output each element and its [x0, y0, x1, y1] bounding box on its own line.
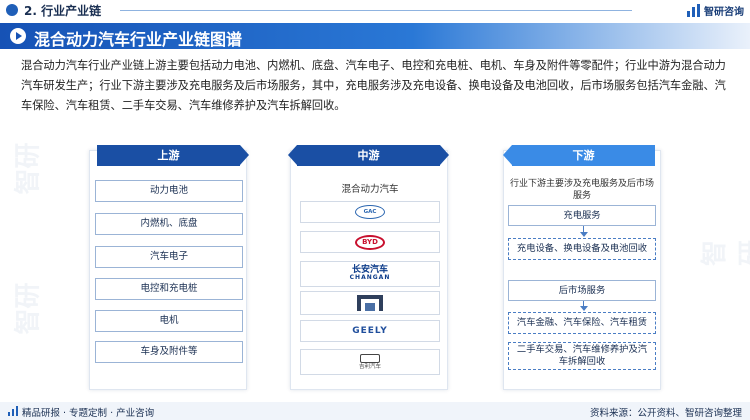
changan-chery-logo: [300, 291, 440, 315]
brand-logo: 智研咨询: [687, 3, 744, 18]
geely-emblem-icon: [359, 353, 380, 363]
changan-logo-sub: CHANGAN: [349, 274, 391, 281]
geely-auto-logo: 吉利汽车: [300, 349, 440, 375]
aftermarket-detail-box: 二手车交易、汽车维修养护及汽车拆解回收: [508, 342, 656, 370]
upstream-item: 汽车电子: [95, 246, 243, 268]
arrow-down-icon: [580, 232, 588, 237]
footer-services: 精品研报 · 专题定制 · 产业咨询: [22, 408, 155, 419]
arrow-down-icon: [580, 306, 588, 311]
downstream-label: 行业下游主要涉及充电服务及后市场服务: [509, 179, 654, 201]
page-title: 混合动力汽车行业产业链图谱: [34, 30, 243, 49]
watermark: 智研: [700, 239, 750, 266]
charging-detail-box: 充电设备、换电设备及电池回收: [508, 238, 656, 260]
emblem-icon: [357, 295, 383, 311]
footer-source: 资料来源：公开资料、智研咨询整理: [589, 408, 742, 419]
upstream-item: 电控和充电桩: [95, 278, 243, 300]
brand-bars-icon: [687, 4, 701, 17]
top-bar: 2. 行业产业链 智研咨询: [0, 0, 750, 20]
title-banner: 混合动力汽车行业产业链图谱: [0, 23, 750, 49]
section-bullet-icon: [6, 4, 18, 16]
byd-logo-mark: BYD: [355, 234, 385, 250]
midstream-header: 中游: [297, 145, 440, 166]
geely-logo-text: GEELY: [352, 326, 388, 336]
geely-logo: GEELY: [300, 320, 440, 342]
brand-name: 智研咨询: [704, 7, 744, 18]
arrow-icon: [240, 145, 249, 165]
section-title: 2. 行业产业链: [24, 4, 102, 18]
play-icon: [10, 28, 26, 44]
arrow-icon: [440, 145, 449, 165]
arrow-icon: [288, 145, 297, 165]
upstream-item: 电机: [95, 310, 243, 332]
upstream-header: 上游: [97, 145, 240, 166]
gac-logo: GAC: [300, 201, 440, 223]
upstream-item: 车身及附件等: [95, 341, 243, 363]
upstream-item: 内燃机、底盘: [95, 213, 243, 235]
brand-bars-icon: [8, 406, 18, 416]
geely-auto-text: 吉利汽车: [358, 363, 381, 370]
watermark: 智研: [13, 282, 44, 335]
changan-logo: 长安汽车 CHANGAN: [300, 261, 440, 287]
byd-logo: BYD: [300, 231, 440, 253]
divider: [120, 10, 632, 11]
intro-paragraph: 混合动力汽车行业产业链上游主要包括动力电池、内燃机、底盘、汽车电子、电控和充电桩…: [21, 59, 726, 112]
aftermarket-service-box: 后市场服务: [508, 280, 656, 301]
gac-logo-mark: GAC: [355, 205, 385, 219]
charging-service-box: 充电服务: [508, 205, 656, 226]
aftermarket-detail-box: 汽车金融、汽车保险、汽车租赁: [508, 312, 656, 334]
midstream-label: 混合动力汽车: [341, 184, 399, 195]
downstream-header: 下游: [512, 145, 655, 166]
upstream-item: 动力电池: [95, 180, 243, 202]
watermark: 智研: [13, 142, 44, 195]
arrow-icon: [503, 145, 512, 165]
changan-logo-text: 长安汽车: [351, 265, 388, 275]
footer: 精品研报 · 专题定制 · 产业咨询 资料来源：公开资料、智研咨询整理: [0, 402, 750, 420]
